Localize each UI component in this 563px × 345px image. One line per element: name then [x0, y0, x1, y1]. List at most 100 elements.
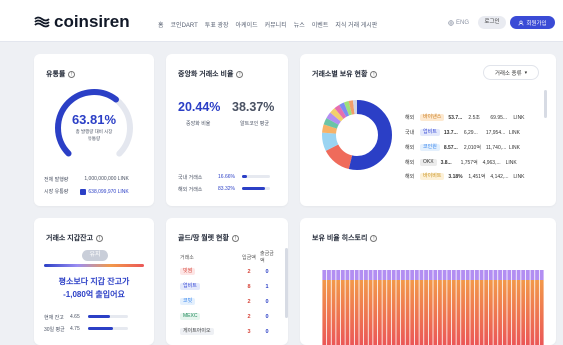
- exchange-percent: 13.7...: [443, 129, 458, 136]
- table-row[interactable]: MEXC 2 0: [178, 309, 276, 324]
- history-bar[interactable]: [396, 280, 401, 345]
- history-bar[interactable]: [512, 280, 516, 345]
- history-bar[interactable]: [322, 280, 327, 345]
- history-bar[interactable]: [354, 280, 359, 345]
- history-bar[interactable]: [470, 280, 475, 345]
- history-bar[interactable]: [424, 280, 428, 345]
- history-bar[interactable]: [447, 280, 452, 345]
- exchange-row[interactable]: 해외 OKX 3.8... 1,757억 4,963,... LINK: [405, 158, 520, 167]
- info-icon[interactable]: !: [68, 70, 76, 78]
- history-bar[interactable]: [391, 280, 396, 345]
- history-bar[interactable]: [405, 280, 410, 345]
- history-bar[interactable]: [475, 280, 479, 345]
- history-bar[interactable]: [525, 280, 530, 345]
- exchange-unit: LINK: [513, 114, 525, 121]
- nav-item-home[interactable]: 홈: [158, 20, 164, 29]
- history-bar[interactable]: [451, 280, 456, 345]
- history-bar-top: [516, 270, 521, 280]
- history-bar[interactable]: [410, 280, 415, 345]
- history-bar[interactable]: [498, 280, 502, 345]
- table-row[interactable]: 업비트 8 1: [178, 279, 276, 294]
- history-bar[interactable]: [345, 280, 350, 345]
- history-bar[interactable]: [456, 280, 461, 345]
- history-bar-top: [479, 270, 484, 280]
- history-bar[interactable]: [438, 280, 442, 345]
- nav-item-news[interactable]: 뉴스: [294, 20, 305, 29]
- exchange-v2: 69.95...: [490, 114, 508, 121]
- exchange-region: 해외: [405, 115, 415, 121]
- history-bar[interactable]: [521, 280, 526, 345]
- history-bar[interactable]: [479, 280, 484, 345]
- table-row[interactable]: 게이트아이오 3 0: [178, 324, 276, 339]
- history-bar[interactable]: [368, 280, 373, 345]
- history-bar[interactable]: [484, 280, 489, 345]
- exchange-row[interactable]: 해외 코인원 8.57... 2,010억 11,740,... LINK: [405, 143, 523, 152]
- table-row[interactable]: 코빗 2 0: [178, 294, 276, 309]
- history-bar[interactable]: [428, 280, 433, 345]
- history-bar[interactable]: [502, 280, 507, 345]
- wallet-flow-table: 거래소 입금액 출금금액 빗썸 2 0 업비트 8 1 코빗 2 0 MEXC 2 0 게이트아이오 3 0: [178, 250, 276, 339]
- history-bar[interactable]: [465, 280, 470, 345]
- history-bar[interactable]: [373, 280, 378, 345]
- nav-item-event[interactable]: 이벤트: [312, 20, 329, 29]
- wallet-headline-2: -1,080억 출입어요: [63, 290, 125, 299]
- nav-item-arcade[interactable]: 아케이드: [236, 20, 258, 29]
- table-row[interactable]: 빗썸 2 0: [178, 264, 276, 279]
- history-bar[interactable]: [364, 280, 368, 345]
- logo[interactable]: coinsiren: [34, 12, 130, 32]
- history-bar[interactable]: [359, 280, 364, 345]
- info-icon[interactable]: !: [370, 70, 378, 78]
- history-bar[interactable]: [327, 280, 331, 345]
- history-bar[interactable]: [401, 280, 405, 345]
- col-in: 입금액: [242, 254, 256, 261]
- history-bar[interactable]: [340, 280, 345, 345]
- info-icon[interactable]: !: [236, 70, 244, 78]
- info-icon[interactable]: !: [96, 234, 104, 242]
- join-label: 회원가입: [526, 20, 547, 27]
- history-bar-top: [493, 270, 498, 280]
- history-bar[interactable]: [387, 280, 391, 345]
- history-bar[interactable]: [507, 280, 512, 345]
- exchange-region: 국내: [405, 130, 415, 136]
- history-bar[interactable]: [350, 280, 354, 345]
- scrollbar[interactable]: [285, 248, 288, 318]
- history-bar-top: [331, 270, 336, 280]
- row-value: 83.32%: [218, 186, 235, 192]
- history-bar-top: [359, 270, 364, 280]
- join-button[interactable]: 회원가입: [510, 16, 555, 29]
- exchange-row[interactable]: 해외 바이낸스 53.7... 2.5조 69.95... LINK: [405, 113, 527, 122]
- history-bar[interactable]: [331, 280, 336, 345]
- exchange-row[interactable]: 해외 바이비트 3.18% 1,451억 4,142,... LINK: [405, 172, 527, 181]
- history-bar[interactable]: [530, 280, 535, 345]
- history-bar[interactable]: [382, 280, 387, 345]
- history-bar[interactable]: [461, 280, 465, 345]
- history-bar[interactable]: [488, 280, 493, 345]
- info-icon[interactable]: !: [231, 234, 239, 242]
- exchange-row[interactable]: 국내 업비트 13.7... 6,29... 17,954... LINK: [405, 128, 523, 137]
- nav-item-community[interactable]: 커뮤니티: [265, 20, 287, 29]
- exchange-name-tag: 코빗: [180, 298, 196, 305]
- history-bar[interactable]: [414, 280, 419, 345]
- history-bar[interactable]: [535, 280, 539, 345]
- history-bar[interactable]: [442, 280, 447, 345]
- history-bar[interactable]: [493, 280, 498, 345]
- history-bar[interactable]: [336, 280, 341, 345]
- history-bar[interactable]: [419, 280, 424, 345]
- history-bar-top: [405, 270, 410, 280]
- nav-item-vote[interactable]: 투표 광장: [205, 20, 229, 29]
- history-bar[interactable]: [516, 280, 521, 345]
- row-label: 현재 잔고: [44, 315, 64, 321]
- history-bar[interactable]: [539, 280, 544, 345]
- nav-item-coindart[interactable]: 코인DART: [171, 20, 198, 29]
- info-icon[interactable]: !: [370, 234, 378, 242]
- history-bar-top: [539, 270, 544, 280]
- history-bar[interactable]: [433, 280, 438, 345]
- wallet-avg-row: 30일 평균 4.75: [44, 326, 84, 333]
- language-toggle[interactable]: ENG: [448, 20, 469, 26]
- holding-history-chart: [322, 270, 544, 345]
- nav-item-board[interactable]: 지식 거래 게시판: [335, 20, 377, 29]
- history-bar[interactable]: [377, 280, 382, 345]
- exchange-type-dropdown[interactable]: 거래소 종류 ▾: [483, 65, 539, 80]
- scrollbar[interactable]: [544, 90, 547, 118]
- login-button[interactable]: 로그인: [478, 16, 506, 29]
